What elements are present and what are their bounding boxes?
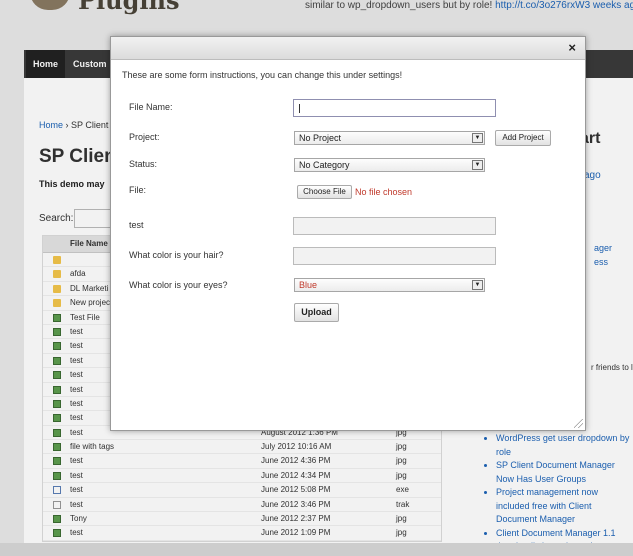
hair-color-label: What color is your hair?: [129, 250, 224, 260]
resize-handle-icon[interactable]: [574, 419, 583, 428]
project-select[interactable]: No Project ▼: [294, 131, 485, 145]
project-label: Project:: [129, 132, 160, 142]
file-name-input[interactable]: [293, 99, 496, 117]
form-instructions: These are some form instructions, you ca…: [122, 70, 403, 80]
hair-color-input[interactable]: [293, 247, 496, 265]
chevron-down-icon: ▼: [472, 280, 483, 290]
test-field-input[interactable]: [293, 217, 496, 235]
file-label: File:: [129, 185, 147, 195]
upload-dialog: × These are some form instructions, you …: [110, 36, 586, 431]
status-selected-value: No Category: [299, 160, 350, 170]
file-name-label: File Name:: [129, 102, 173, 112]
eye-color-select[interactable]: Blue ▼: [294, 278, 485, 292]
no-file-chosen-text: No file chosen: [355, 187, 413, 197]
choose-file-button[interactable]: Choose File: [297, 185, 352, 199]
add-project-button[interactable]: Add Project: [495, 130, 551, 146]
eye-color-selected-value: Blue: [299, 280, 318, 290]
status-select[interactable]: No Category ▼: [294, 158, 485, 172]
upload-button[interactable]: Upload: [294, 303, 339, 322]
status-label: Status:: [129, 159, 158, 169]
eye-color-label: What color is your eyes?: [129, 280, 228, 290]
chevron-down-icon: ▼: [472, 133, 483, 143]
close-icon[interactable]: ×: [568, 40, 576, 56]
project-selected-value: No Project: [299, 133, 342, 143]
text-cursor: [299, 104, 300, 113]
test-field-label: test: [129, 220, 144, 230]
dialog-titlebar[interactable]: ×: [111, 37, 585, 60]
chevron-down-icon: ▼: [472, 160, 483, 170]
